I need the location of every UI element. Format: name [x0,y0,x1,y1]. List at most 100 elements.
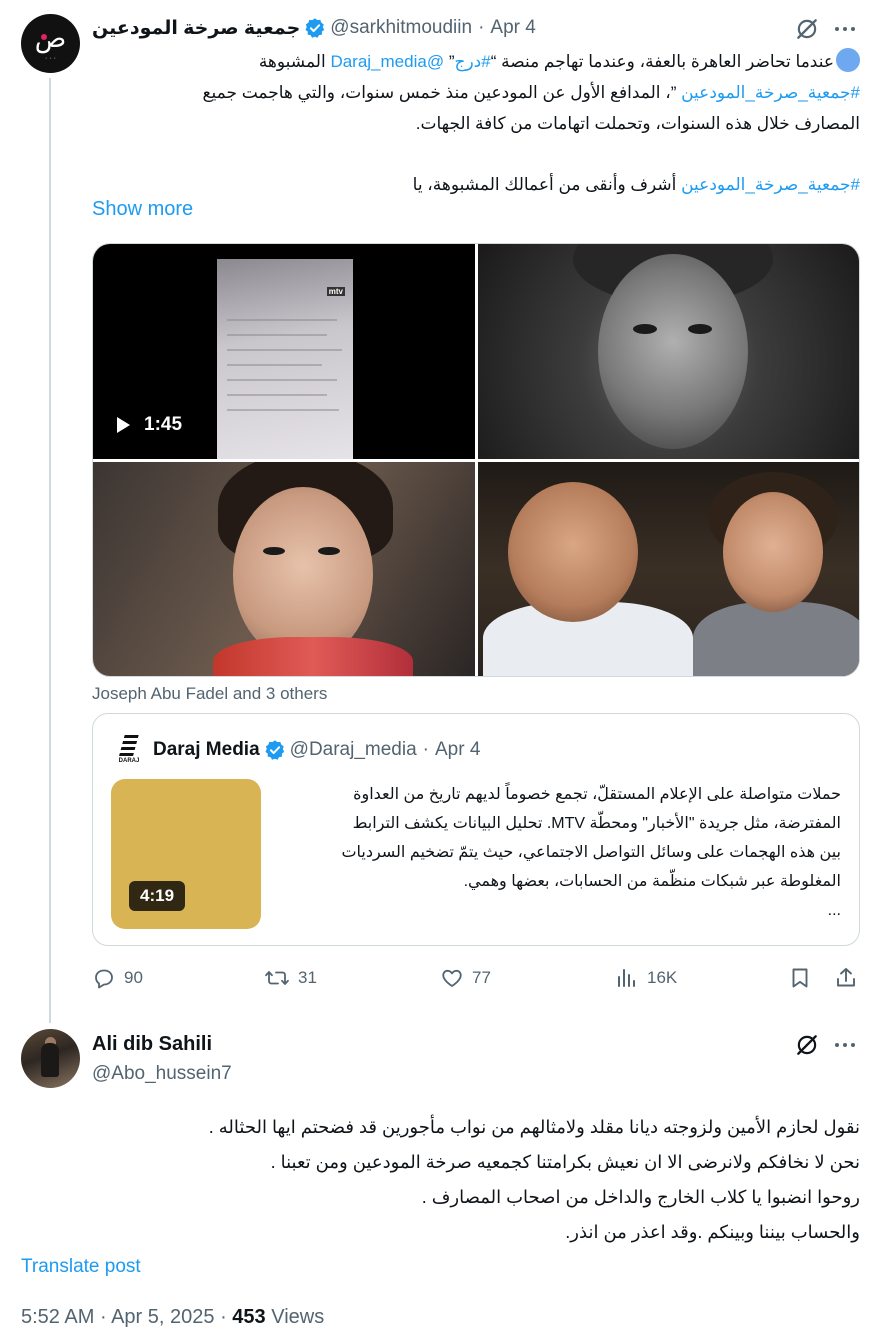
photo-man-portrait[interactable] [478,244,859,459]
mention-link[interactable]: @Daraj_media [330,52,444,71]
quote-line: بين هذه الهجمات على وسائل التواصل الاجتم… [341,844,841,861]
tagged-users-link[interactable]: Joseph Abu Fadel and 3 others [92,684,327,704]
tweet-line: عندما تحاضر العاهرة بالعفة، وعندما تهاجم… [202,46,860,77]
tweet-header: جمعية صرخة المودعين @sarkhitmoudiin · Ap… [92,14,536,42]
grok-icon[interactable] [792,1030,822,1060]
repost-icon [265,971,289,985]
photo-face [723,492,823,612]
text-segment: ”، المدافع الأول عن المودعين منذ خمس سنو… [202,83,682,102]
video-thumbnail[interactable]: mtv 1:45 [93,244,475,459]
photo-couple[interactable] [478,462,859,676]
views-label: Views [271,1306,325,1328]
repost-button[interactable]: 31 [264,966,317,990]
heart-icon [442,969,462,987]
photo-eye [633,324,657,334]
daraj-logo-icon: DARAJ [115,734,143,768]
bookmark-icon [792,968,808,988]
quote-video-thumbnail[interactable]: 4:19 [111,779,261,929]
paper-line [227,364,322,366]
more-options-icon[interactable] [830,1030,860,1060]
photo-shirt [693,602,859,676]
grok-icon[interactable] [792,14,822,44]
author-handle[interactable]: @sarkhitmoudiin [330,17,472,39]
reply-line: والحساب بيننا وبينكم .وقد اعذر من انذر. [565,1222,860,1242]
translate-post-link[interactable]: Translate post [21,1256,141,1278]
hashtag-link[interactable]: #درج [454,52,490,71]
avatar[interactable] [21,1029,80,1088]
sarkhat-logo-icon: ص [34,23,67,54]
avatar-figure [41,1043,59,1077]
tweet-body: عندما تحاضر العاهرة بالعفة، وعندما تهاجم… [202,46,860,200]
views-number: 453 [232,1306,266,1328]
tweet-line: #جمعية_صرخة_المودعين أشرف وأنقى من أعمال… [202,169,860,200]
more-options-icon[interactable] [830,14,860,44]
reply-author-handle[interactable]: @Abo_hussein7 [92,1063,232,1085]
quote-date: Apr 4 [435,739,481,760]
separator-dot: · [99,1306,107,1328]
hashtag-link[interactable]: #جمعية_صرخة_المودعين [681,175,860,194]
channel-watermark: mtv [326,287,345,296]
video-duration: 1:45 [144,414,183,435]
reply-button[interactable]: 90 [92,966,143,990]
grok-glyph-icon [797,19,817,39]
daraj-logo-bars [119,734,139,756]
quote-line: ... [827,902,841,919]
show-more-link[interactable]: Show more [92,198,193,221]
reply-line: نقول لحازم الأمين ولزوجته ديانا مقلد ولا… [208,1117,860,1137]
bookmark-button[interactable] [789,966,811,990]
like-button[interactable]: 77 [440,966,491,990]
text-segment: أشرف وأنقى من أعمالك المشبوهة، يا [412,175,682,194]
views-button[interactable]: 16K [615,966,677,990]
photo-eye [263,547,285,555]
verified-badge-icon [265,740,284,760]
ellipsis-icon [835,1043,855,1047]
tweet-line: #جمعية_صرخة_المودعين ”، المدافع الأول عن… [202,77,860,108]
like-count: 77 [472,968,491,987]
blue-circle-emoji [836,48,860,72]
separator-dot: · [478,17,485,38]
paper-line [227,319,337,321]
quote-line: حملات متواصلة على الإعلام المستقلّ، تجمع… [353,786,841,803]
quote-line: المغلوطة عبر شبكات منظّمة من الحسابات، ب… [463,873,841,890]
photo-woman-closeup[interactable] [93,462,475,676]
quote-header: Daraj Media @Daraj_media · Apr 4 [153,736,480,764]
reply-count: 90 [124,968,143,987]
photo-eye [318,547,340,555]
reply-body: نقول لحازم الأمين ولزوجته ديانا مقلد ولا… [209,1110,860,1250]
hashtag-link[interactable]: #جمعية_صرخة_المودعين [681,83,860,102]
repost-count: 31 [298,968,317,987]
text-segment: ” [444,52,455,71]
paper-line [227,379,337,381]
photo-eye [688,324,712,334]
paper-line [227,394,327,396]
reply-author-name-row: Ali dib Sahili [92,1030,212,1058]
quote-line: المفترضة، مثل جريدة "الأخبار" ومحطّة MTV… [352,815,841,832]
daraj-logo-text: DARAJ [118,758,140,764]
author-name[interactable]: جمعية صرخة المودعين [92,17,300,40]
separator-dot: · [220,1306,227,1328]
post-date[interactable]: Apr 4 [490,17,535,39]
reply-author-name[interactable]: Ali dib Sahili [92,1033,212,1056]
quoted-post-card[interactable]: DARAJ Daraj Media @Daraj_media · Apr 4 4… [92,713,860,946]
separator-dot: · [422,739,429,760]
video-play-overlay[interactable]: 1:45 [117,414,182,436]
paper-line [227,334,327,336]
post-time[interactable]: 5:52 AM [21,1306,94,1328]
play-icon[interactable] [117,417,130,433]
avatar[interactable]: ص · · · [21,14,80,73]
reply-line: روحوا انضبوا يا كلاب الخارج والداخل من ا… [421,1187,860,1207]
logo-dot [41,34,47,40]
video-frame: mtv [217,259,353,459]
quote-video-duration: 4:19 [129,881,186,911]
views-analytics-icon [618,969,635,987]
reply-line: نحن لا نخافكم ولانرضى الا ان نعيش بكرامت… [270,1152,860,1172]
text-segment: عندما تحاضر العاهرة بالعفة، وعندما تهاجم… [490,52,834,71]
reply-author-handle-row: @Abo_hussein7 [92,1060,232,1088]
post-full-date[interactable]: Apr 5, 2025 [111,1306,214,1328]
share-icon [837,968,855,987]
reply-icon [95,969,113,989]
thread-connector-line [49,78,51,1023]
paper-line [227,409,339,411]
share-button[interactable] [834,966,858,990]
